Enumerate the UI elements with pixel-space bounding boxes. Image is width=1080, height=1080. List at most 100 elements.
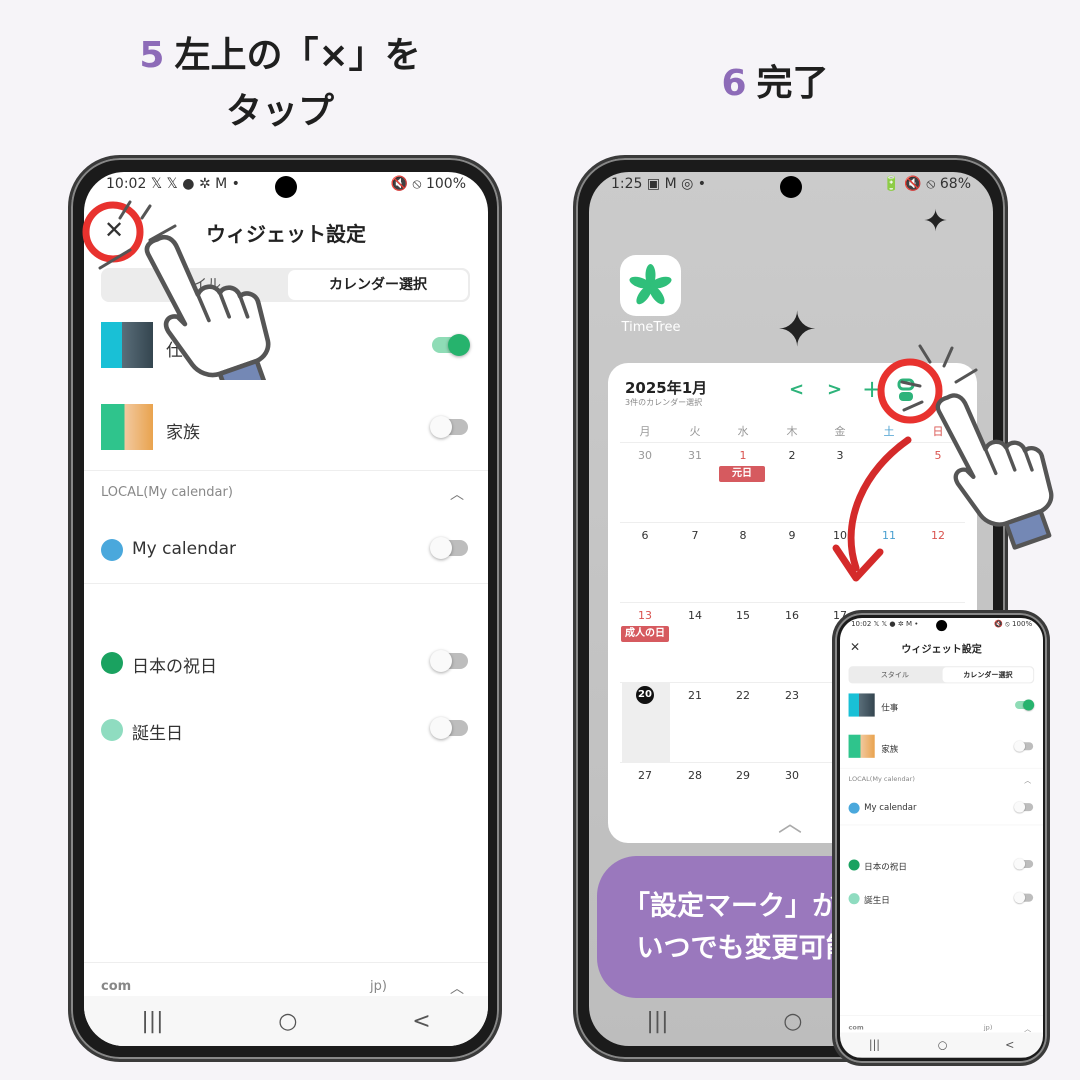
calendar-day[interactable]: 31	[680, 449, 710, 462]
front-camera	[780, 176, 802, 198]
sparkle-icon: ✦	[923, 204, 949, 239]
calendar-row-family[interactable]: 家族	[84, 404, 488, 454]
section-header-bottom: com	[848, 1023, 864, 1032]
divider	[84, 583, 488, 584]
step-number: 6	[721, 63, 747, 104]
recent-apps-button[interactable]: |||	[646, 1009, 668, 1034]
battery-level: 100%	[425, 176, 466, 192]
weekday-label: 火	[689, 425, 701, 438]
toggle-work[interactable]	[1015, 699, 1035, 711]
widget-month: 2025年1月	[625, 379, 708, 397]
calendar-day[interactable]: 27	[630, 769, 660, 782]
back-button[interactable]: <	[412, 1009, 430, 1034]
widget-subtitle: 3件のカレンダー選択	[625, 398, 703, 407]
calendar-row-my-calendar[interactable]: My calendar	[84, 525, 488, 575]
timetree-leaf-icon	[629, 264, 672, 305]
toggle-family[interactable]	[430, 416, 468, 438]
system-icons: 🔇 ⦸	[390, 176, 422, 192]
holiday-event-badge[interactable]: 成人の日	[621, 626, 669, 642]
calendar-label: My calendar	[864, 802, 917, 813]
color-dot	[101, 539, 123, 561]
calendar-label: 仕事	[881, 703, 899, 714]
family-calendar-image	[848, 734, 875, 758]
calendar-day[interactable]: 21	[680, 689, 710, 702]
calendar-row-my-calendar[interactable]: My calendar	[840, 796, 1043, 821]
calendar-label: 誕生日	[132, 724, 183, 744]
status-time: 1:25	[611, 176, 643, 192]
calendar-day[interactable]: 15	[728, 609, 758, 622]
tab-calendar-select[interactable]: カレンダー選択	[288, 270, 468, 300]
calendar-row-birthdays[interactable]: 誕生日	[84, 705, 488, 755]
calendar-label: 家族	[166, 423, 200, 443]
step-text: 完了	[756, 63, 829, 104]
small-settings-page: 10:02 𝕏 𝕏 ● ✲ M • 🔇 ⦸ 100% ✕ ウィジェット設定 スタ…	[840, 618, 1043, 1058]
calendar-day[interactable]: 22	[728, 689, 758, 702]
nav-bar: ||| ○ <	[840, 1032, 1043, 1058]
calendar-day[interactable]: 2	[777, 449, 807, 462]
calendar-day[interactable]: 29	[728, 769, 758, 782]
calendar-row-work[interactable]: 仕事	[840, 693, 1043, 718]
step-6-heading: 6 完了	[600, 56, 950, 112]
calendar-day[interactable]: 1	[728, 449, 758, 462]
calendar-row-birthdays[interactable]: 誕生日	[840, 886, 1043, 911]
calendar-day[interactable]: 16	[777, 609, 807, 622]
sparkle-icon: ✦	[777, 302, 818, 358]
tab-style[interactable]: スタイル	[850, 667, 941, 682]
home-button[interactable]: ○	[938, 1039, 948, 1052]
chevron-up-icon[interactable]: ︿	[778, 803, 802, 838]
holiday-event-badge[interactable]: 元日	[719, 466, 765, 482]
family-calendar-image	[101, 404, 153, 450]
battery-level: 100%	[1012, 620, 1033, 629]
calendar-row-holidays[interactable]: 日本の祝日	[840, 852, 1043, 877]
toggle-work[interactable]	[432, 334, 470, 356]
prev-month-button[interactable]: <	[789, 379, 804, 400]
toggle-birthdays[interactable]	[430, 717, 468, 739]
calendar-day[interactable]: 23	[777, 689, 807, 702]
calendar-label: My calendar	[132, 539, 237, 559]
calendar-day[interactable]: 7	[680, 529, 710, 542]
calendar-day[interactable]: 13	[630, 609, 660, 622]
small-settings-screen: 10:02 𝕏 𝕏 ● ✲ M • 🔇 ⦸ 100% ✕ ウィジェット設定 スタ…	[840, 618, 1043, 1058]
home-button[interactable]: ○	[278, 1009, 297, 1034]
front-camera	[936, 620, 948, 632]
chevron-up-icon[interactable]: ︿	[450, 978, 464, 998]
chevron-up-icon[interactable]: ︿	[450, 484, 464, 504]
divider	[84, 470, 488, 471]
recent-apps-button[interactable]: |||	[141, 1009, 163, 1034]
toggle-holidays[interactable]	[1014, 858, 1034, 870]
calendar-day[interactable]: 8	[728, 529, 758, 542]
back-button[interactable]: <	[1005, 1039, 1014, 1052]
calendar-row-holidays[interactable]: 日本の祝日	[84, 638, 488, 688]
toggle-my-calendar[interactable]	[1014, 801, 1034, 813]
toggle-birthdays[interactable]	[1014, 892, 1034, 904]
toggle-family[interactable]	[1014, 740, 1034, 752]
app-label: TimeTree	[621, 320, 681, 335]
calendar-day[interactable]: 30	[777, 769, 807, 782]
step-text-line2: タップ	[225, 91, 334, 132]
calendar-day[interactable]: 9	[777, 529, 807, 542]
status-time: 10:02	[851, 620, 872, 629]
calendar-day[interactable]: 6	[630, 529, 660, 542]
toggle-my-calendar[interactable]	[430, 537, 468, 559]
color-dot	[848, 802, 860, 814]
step-text: 左上の「×」を	[174, 35, 421, 76]
calendar-row-family[interactable]: 家族	[840, 734, 1043, 760]
divider	[84, 962, 488, 963]
calendar-day[interactable]: 30	[630, 449, 660, 462]
timetree-app-icon[interactable]	[620, 255, 681, 316]
row-divider	[620, 602, 965, 603]
calendar-label: 日本の祝日	[864, 861, 907, 873]
calendar-day[interactable]: 20	[636, 686, 654, 704]
tab-calendar-select[interactable]: カレンダー選択	[942, 667, 1034, 683]
section-header-bottom: com	[101, 979, 132, 994]
divider	[840, 1015, 1043, 1016]
recent-apps-button[interactable]: |||	[869, 1039, 880, 1052]
home-button[interactable]: ○	[783, 1009, 802, 1034]
weekday-label: 月	[639, 425, 651, 438]
chevron-up-icon[interactable]: ︿	[1024, 775, 1031, 785]
calendar-day[interactable]: 14	[680, 609, 710, 622]
calendar-label: 家族	[881, 744, 899, 755]
toggle-holidays[interactable]	[430, 650, 468, 672]
calendar-day[interactable]: 28	[680, 769, 710, 782]
page-title: ウィジェット設定	[901, 643, 982, 656]
